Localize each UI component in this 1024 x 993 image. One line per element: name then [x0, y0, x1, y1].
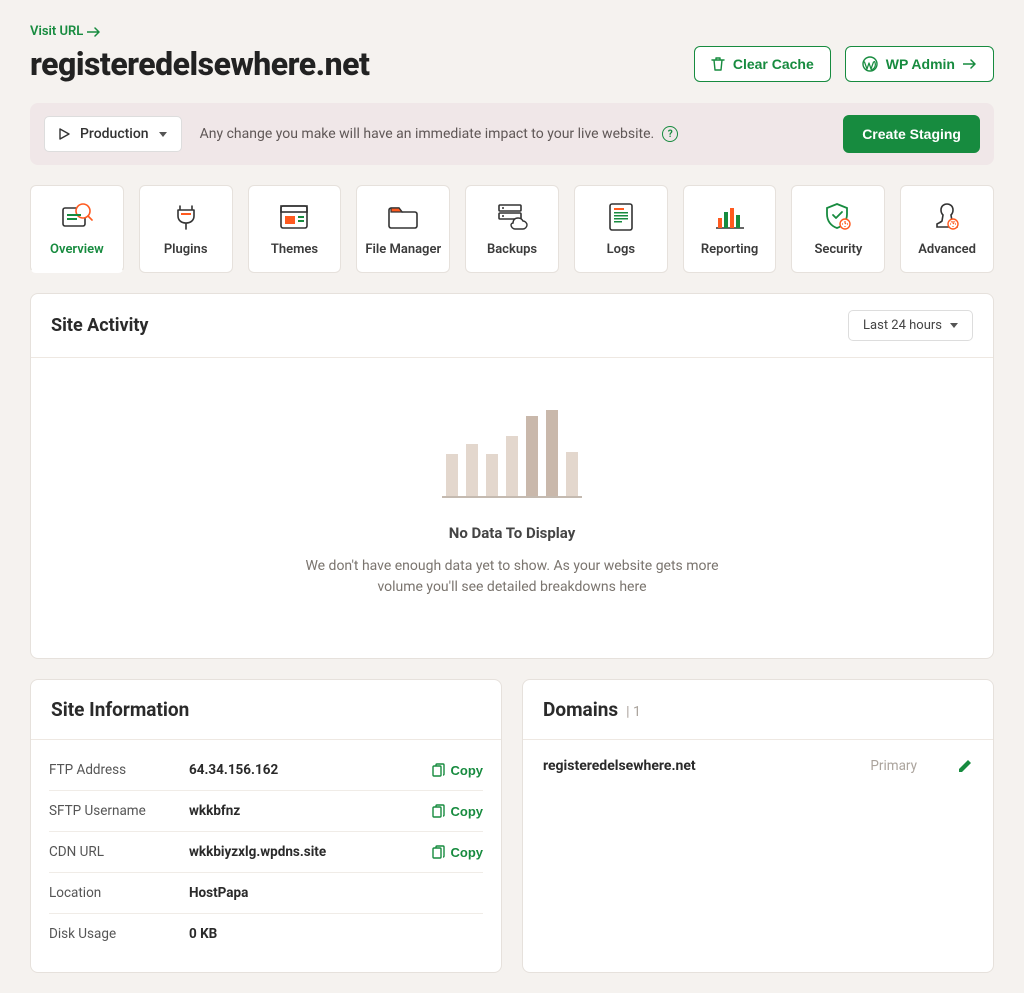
- copy-icon: [432, 845, 445, 859]
- logs-icon: [579, 200, 663, 234]
- nodata-title: No Data To Display: [61, 524, 963, 542]
- advanced-icon: [905, 200, 989, 234]
- environment-message: Any change you make will have an immedia…: [200, 126, 655, 142]
- nodata-chart-icon: [442, 408, 582, 498]
- domain-row: registeredelsewhere.net Primary: [523, 740, 993, 792]
- backups-icon: [470, 200, 554, 234]
- site-title: registeredelsewhere.net: [30, 45, 369, 83]
- info-row-disk: Disk Usage 0 KB: [49, 914, 483, 954]
- tab-overview[interactable]: Overview: [30, 185, 124, 273]
- domains-count: | 1: [626, 704, 641, 720]
- tab-reporting[interactable]: Reporting: [683, 185, 777, 273]
- arrow-right-icon: [87, 27, 101, 37]
- copy-icon: [432, 804, 445, 818]
- info-row-location: Location HostPapa: [49, 873, 483, 914]
- pencil-icon: [957, 758, 973, 774]
- domain-tag: Primary: [870, 758, 917, 774]
- activity-range-select[interactable]: Last 24 hours: [848, 310, 973, 341]
- reporting-icon: [688, 200, 772, 234]
- overview-icon: [35, 200, 119, 234]
- tab-plugins[interactable]: Plugins: [139, 185, 233, 273]
- site-info-title: Site Information: [51, 698, 189, 721]
- tab-themes[interactable]: Themes: [248, 185, 342, 273]
- plugins-icon: [144, 200, 228, 234]
- tab-advanced[interactable]: Advanced: [900, 185, 994, 273]
- nodata-subtitle: We don't have enough data yet to show. A…: [302, 556, 722, 598]
- caret-down-icon: [950, 323, 958, 328]
- tab-security[interactable]: Security: [791, 185, 885, 273]
- trash-icon: [711, 56, 725, 72]
- copy-sftp-button[interactable]: Copy: [432, 804, 484, 819]
- copy-cdn-button[interactable]: Copy: [432, 845, 484, 860]
- site-information-card: Site Information FTP Address 64.34.156.1…: [30, 679, 502, 973]
- info-row-ftp: FTP Address 64.34.156.162 Copy: [49, 750, 483, 791]
- clear-cache-button[interactable]: Clear Cache: [694, 46, 831, 82]
- tab-file-manager[interactable]: File Manager: [356, 185, 450, 273]
- tab-backups[interactable]: Backups: [465, 185, 559, 273]
- create-staging-button[interactable]: Create Staging: [843, 115, 980, 153]
- file-manager-icon: [361, 200, 445, 234]
- visit-url-label: Visit URL: [30, 24, 83, 39]
- info-row-cdn: CDN URL wkkbiyzxlg.wpdns.site Copy: [49, 832, 483, 873]
- info-row-sftp: SFTP Username wkkbfnz Copy: [49, 791, 483, 832]
- copy-icon: [432, 763, 445, 777]
- visit-url-link[interactable]: Visit URL: [30, 24, 101, 39]
- domain-name: registeredelsewhere.net: [543, 758, 696, 774]
- wp-admin-button[interactable]: WP Admin: [845, 46, 994, 82]
- arrow-right-icon: [963, 59, 977, 69]
- caret-down-icon: [159, 132, 167, 137]
- site-activity-card: Site Activity Last 24 hours No Data To D…: [30, 293, 994, 659]
- tab-bar: Overview Plugins Themes File Manager Bac…: [30, 185, 994, 273]
- copy-ftp-button[interactable]: Copy: [432, 763, 484, 778]
- themes-icon: [253, 200, 337, 234]
- domains-title: Domains: [543, 698, 618, 721]
- tab-logs[interactable]: Logs: [574, 185, 668, 273]
- security-icon: [796, 200, 880, 234]
- domains-card: Domains | 1 registeredelsewhere.net Prim…: [522, 679, 994, 973]
- site-activity-title: Site Activity: [51, 315, 149, 336]
- help-icon[interactable]: ?: [662, 126, 678, 142]
- wordpress-icon: [862, 56, 878, 72]
- play-icon: [59, 128, 70, 140]
- edit-domain-button[interactable]: [957, 758, 973, 774]
- environment-bar: Production Any change you make will have…: [30, 103, 994, 165]
- environment-select[interactable]: Production: [44, 116, 182, 152]
